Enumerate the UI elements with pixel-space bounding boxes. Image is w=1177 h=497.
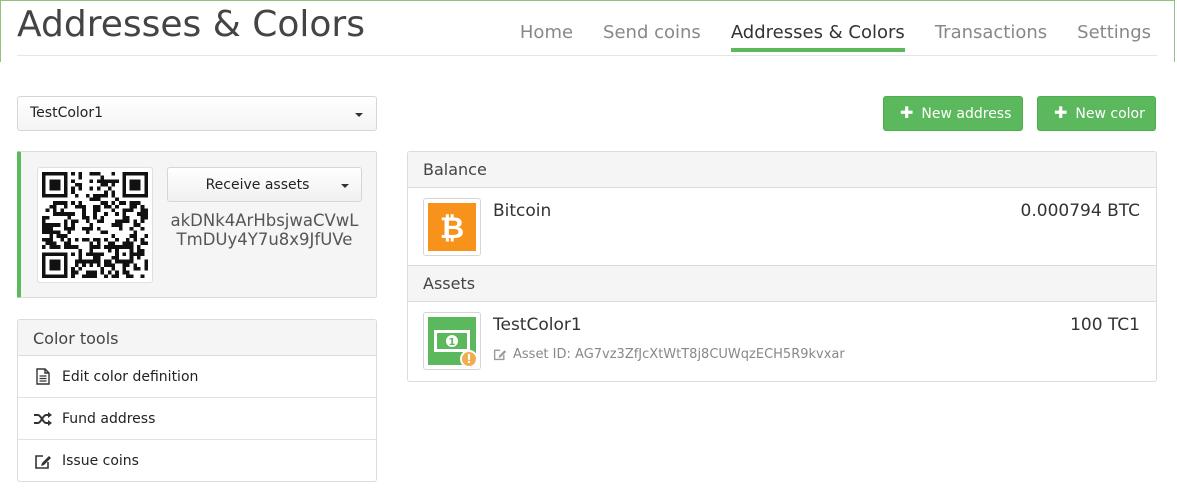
nav-send-coins[interactable]: Send coins bbox=[603, 18, 701, 52]
tool-issue-coins[interactable]: Issue coins bbox=[18, 440, 376, 481]
new-color-label: New color bbox=[1075, 106, 1145, 122]
shuffle-icon bbox=[34, 410, 52, 428]
qr-code bbox=[37, 167, 153, 283]
window-frame-top bbox=[0, 0, 1175, 1]
color-select-value: TestColor1 bbox=[30, 105, 104, 121]
color-tools-title: Color tools bbox=[18, 320, 376, 356]
new-color-button[interactable]: ✚ New color bbox=[1037, 96, 1156, 131]
edit-icon bbox=[34, 452, 52, 470]
asset-id[interactable]: Asset ID: AG7vz3ZfJcXtWtT8j8CUWqzECH5R9k… bbox=[493, 347, 845, 362]
wallet-address[interactable]: akDNk4ArHbsjwaCVwLTmDUy4Y7u8x9JfUVe bbox=[167, 211, 362, 249]
address-panel: Receive assets akDNk4ArHbsjwaCVwLTmDUy4Y… bbox=[17, 151, 377, 298]
warning-badge-icon: ! bbox=[460, 350, 478, 368]
nav-addresses-colors[interactable]: Addresses & Colors bbox=[730, 18, 905, 52]
qr-code-icon bbox=[42, 172, 148, 278]
color-select[interactable]: TestColor1 bbox=[17, 96, 377, 131]
tool-fund-address[interactable]: Fund address bbox=[18, 398, 376, 440]
tool-label: Fund address bbox=[62, 410, 156, 427]
new-address-label: New address bbox=[921, 106, 1012, 122]
file-icon bbox=[34, 368, 52, 386]
plus-icon: ✚ bbox=[900, 103, 914, 122]
window-frame-right bbox=[1174, 0, 1175, 62]
window-frame-left bbox=[0, 0, 1, 62]
bitcoin-icon: ₿ bbox=[428, 203, 476, 251]
plus-icon: ✚ bbox=[1054, 103, 1068, 122]
balance-asset-amount: 0.000794 BTC bbox=[1020, 201, 1140, 221]
svg-text:₿: ₿ bbox=[440, 211, 464, 246]
main-nav: Home Send coins Addresses & Colors Trans… bbox=[490, 18, 1151, 52]
caret-down-icon bbox=[341, 184, 349, 188]
nav-transactions[interactable]: Transactions bbox=[935, 18, 1047, 52]
tool-label: Issue coins bbox=[62, 453, 139, 469]
color-tools-panel: Color tools Edit color definition Fund a… bbox=[17, 319, 377, 482]
edit-icon bbox=[493, 348, 507, 361]
asset-name: TestColor1 bbox=[493, 315, 582, 335]
balance-title: Balance bbox=[408, 152, 1156, 188]
balance-row-bitcoin: ₿ Bitcoin 0.000794 BTC bbox=[408, 188, 1156, 266]
tool-label: Edit color definition bbox=[62, 368, 199, 385]
balance-panel: Balance ₿ Bitcoin 0.000794 BTC Assets 1 … bbox=[407, 151, 1157, 382]
asset-id-text: Asset ID: AG7vz3ZfJcXtWtT8j8CUWqzECH5R9k… bbox=[513, 347, 845, 362]
asset-icon-box: 1 ! bbox=[423, 312, 481, 370]
header-divider bbox=[17, 55, 1157, 56]
assets-title: Assets bbox=[408, 266, 1156, 302]
nav-settings[interactable]: Settings bbox=[1077, 18, 1151, 52]
page-title: Addresses & Colors bbox=[17, 4, 365, 45]
tool-edit-color-definition[interactable]: Edit color definition bbox=[18, 356, 376, 398]
asset-amount: 100 TC1 bbox=[1070, 315, 1140, 335]
svg-text:1: 1 bbox=[449, 337, 456, 348]
receive-assets-label: Receive assets bbox=[205, 177, 310, 193]
new-address-button[interactable]: ✚ New address bbox=[883, 96, 1023, 131]
caret-down-icon bbox=[355, 113, 363, 117]
nav-home[interactable]: Home bbox=[520, 18, 573, 52]
balance-asset-name: Bitcoin bbox=[493, 201, 552, 221]
asset-row[interactable]: 1 ! TestColor1 100 TC1 Asset ID: AG7vz3Z… bbox=[408, 302, 1156, 380]
receive-assets-dropdown[interactable]: Receive assets bbox=[167, 167, 362, 202]
bitcoin-icon-box: ₿ bbox=[423, 198, 481, 256]
